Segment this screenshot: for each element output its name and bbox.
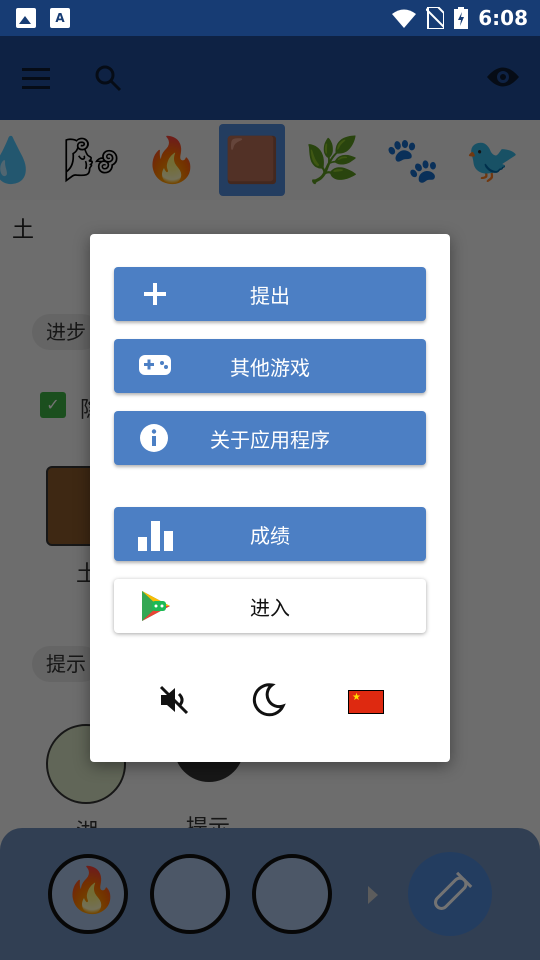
achievements-button[interactable]: 成绩 xyxy=(114,507,426,561)
china-flag-icon[interactable] xyxy=(348,690,384,714)
submit-button[interactable]: 提出 xyxy=(114,267,426,321)
no-sim-icon xyxy=(426,7,445,29)
dialog-settings-row xyxy=(90,680,450,720)
app-notification-icon: A xyxy=(50,8,70,28)
status-bar: A 6:08 xyxy=(0,0,540,36)
battery-charging-icon xyxy=(454,7,469,29)
plus-icon xyxy=(144,283,166,305)
bar-chart-icon xyxy=(138,521,173,551)
moon-icon[interactable] xyxy=(250,682,286,718)
play-games-icon xyxy=(142,591,170,621)
menu-dialog: 提出 其他游戏 关于应用程序 成绩 进入 ★ xyxy=(90,234,450,762)
gallery-notification-icon xyxy=(16,8,36,28)
sign-in-button[interactable]: 进入 xyxy=(114,579,426,633)
about-button[interactable]: 关于应用程序 xyxy=(114,411,426,465)
wifi-icon xyxy=(392,9,417,28)
info-icon xyxy=(140,424,168,452)
gamepad-icon xyxy=(139,355,171,375)
other-games-button[interactable]: 其他游戏 xyxy=(114,339,426,393)
mute-icon[interactable] xyxy=(158,684,190,716)
status-time: 6:08 xyxy=(478,6,528,30)
